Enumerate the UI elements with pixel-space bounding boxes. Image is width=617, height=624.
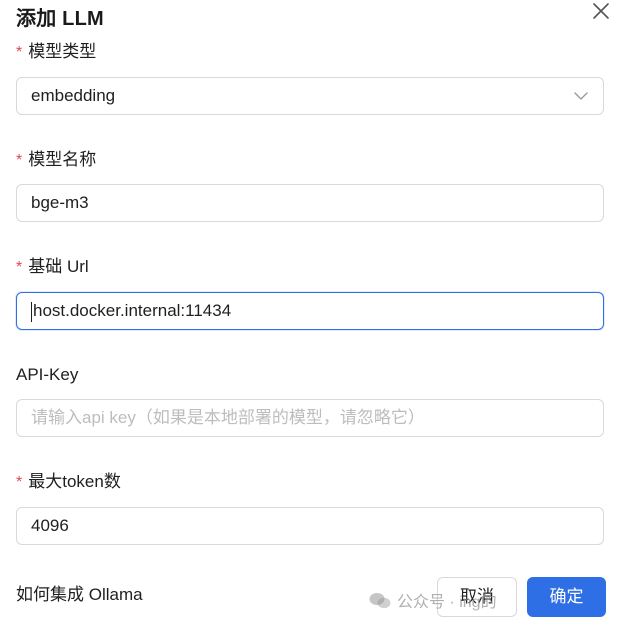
ollama-help-link[interactable]: 如何集成 Ollama (16, 580, 143, 605)
base-url-input[interactable]: host.docker.internal:11434 (16, 292, 604, 330)
max-tokens-label: * 最大token数 (16, 471, 121, 494)
model-type-label-text: 模型类型 (28, 42, 97, 61)
model-type-select[interactable]: embedding (16, 77, 604, 115)
api-key-placeholder: 请输入api key（如果是本地部署的模型，请忽略它） (31, 408, 425, 427)
wechat-icon (369, 593, 391, 609)
cancel-button[interactable]: 取消 (437, 577, 517, 617)
required-mark: * (16, 259, 23, 276)
base-url-label-text: 基础 Url (28, 257, 89, 276)
model-name-label-text: 模型名称 (28, 150, 97, 169)
model-type-value: embedding (31, 86, 116, 105)
model-name-input[interactable]: bge-m3 (16, 184, 604, 222)
api-key-input[interactable]: 请输入api key（如果是本地部署的模型，请忽略它） (16, 399, 604, 437)
max-tokens-label-text: 最大token数 (28, 472, 121, 491)
model-name-value: bge-m3 (31, 193, 89, 212)
base-url-value: host.docker.internal:11434 (33, 301, 232, 320)
required-mark: * (16, 44, 23, 61)
api-key-label: API-Key (16, 365, 79, 384)
required-mark: * (16, 152, 23, 169)
model-name-label: * 模型名称 (16, 149, 96, 172)
max-tokens-input[interactable]: 4096 (16, 507, 604, 545)
max-tokens-value: 4096 (31, 516, 69, 535)
add-llm-dialog: 添加 LLM * 模型类型 embedding * 模型名称 bge-m3 * 基础 … (0, 0, 617, 624)
required-mark: * (16, 474, 23, 491)
base-url-label: * 基础 Url (16, 256, 89, 279)
close-icon[interactable] (590, 0, 612, 22)
text-caret (31, 301, 32, 322)
ok-button[interactable]: 确定 (527, 577, 606, 617)
model-type-label: * 模型类型 (16, 41, 96, 64)
dialog-title: 添加 LLM (16, 8, 104, 30)
chevron-down-icon (574, 92, 588, 100)
